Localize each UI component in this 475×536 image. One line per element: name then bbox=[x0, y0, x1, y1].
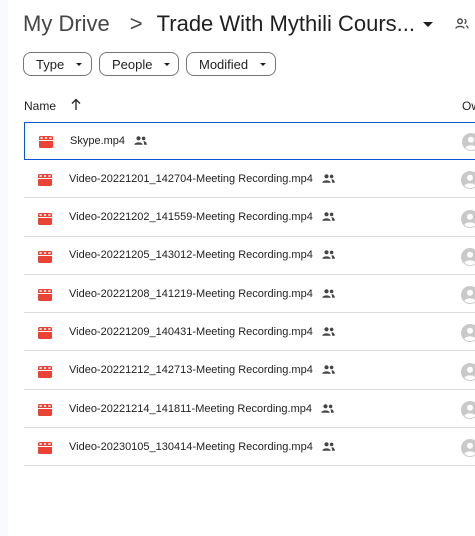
filter-bar: Type People Modified bbox=[23, 52, 276, 76]
file-name-text: Video-20221201_142704-Meeting Recording.… bbox=[69, 172, 313, 185]
file-name: Video-20221212_142713-Meeting Recording.… bbox=[69, 364, 335, 377]
shared-icon bbox=[322, 365, 335, 377]
owner-column-header[interactable]: Ow bbox=[462, 99, 475, 113]
people-filter-chip[interactable]: People bbox=[99, 52, 179, 76]
breadcrumb-current-folder[interactable]: Trade With Mythili Cours... bbox=[157, 11, 433, 37]
file-name-text: Video-20221209_140431-Meeting Recording.… bbox=[69, 325, 313, 338]
video-file-icon bbox=[38, 250, 52, 268]
file-name-text: Video-20221212_142713-Meeting Recording.… bbox=[69, 364, 313, 377]
file-list: Skype.mp4 Video-20221201_142704-Meeting … bbox=[24, 122, 475, 468]
file-row[interactable]: Video-20221205_143012-Meeting Recording.… bbox=[24, 238, 475, 275]
file-row[interactable]: Video-20230105_130414-Meeting Recording.… bbox=[24, 429, 475, 467]
file-name: Video-20230105_130414-Meeting Recording.… bbox=[69, 441, 335, 454]
video-file-icon bbox=[38, 365, 52, 383]
owner-avatar-icon bbox=[461, 324, 475, 347]
file-name: Video-20221214_141811-Meeting Recording.… bbox=[69, 403, 334, 416]
file-row[interactable]: Video-20221209_140431-Meeting Recording.… bbox=[24, 314, 475, 352]
video-file-icon bbox=[38, 173, 52, 191]
shared-icon bbox=[321, 403, 334, 416]
file-name: Video-20221205_143012-Meeting Recording.… bbox=[69, 249, 335, 262]
shared-icon bbox=[322, 212, 335, 224]
file-name-text: Video-20230105_130414-Meeting Recording.… bbox=[69, 440, 313, 453]
video-file-icon bbox=[38, 212, 52, 230]
file-name-text: Video-20221202_141559-Meeting Recording.… bbox=[69, 211, 313, 224]
file-row[interactable]: Skype.mp4 bbox=[24, 122, 475, 160]
file-name: Video-20221202_141559-Meeting Recording.… bbox=[69, 211, 335, 224]
shared-icon bbox=[322, 250, 335, 262]
folder-title: Trade With Mythili Cours... bbox=[156, 11, 415, 36]
owner-avatar-icon bbox=[462, 133, 475, 156]
file-name: Video-20221208_141219-Meeting Recording.… bbox=[69, 288, 335, 301]
file-name-text: Video-20221214_141811-Meeting Recording.… bbox=[69, 402, 312, 415]
dropdown-arrow-icon bbox=[260, 62, 267, 66]
file-name: Video-20221201_142704-Meeting Recording.… bbox=[69, 173, 335, 186]
owner-avatar-icon bbox=[461, 247, 475, 271]
video-file-icon bbox=[38, 326, 52, 344]
shared-icon bbox=[322, 442, 335, 454]
file-row[interactable]: Video-20221208_141219-Meeting Recording.… bbox=[24, 276, 475, 314]
file-row[interactable]: Video-20221212_142713-Meeting Recording.… bbox=[24, 353, 475, 390]
file-name: Video-20221209_140431-Meeting Recording.… bbox=[69, 326, 335, 339]
file-name-text: Skype.mp4 bbox=[70, 134, 126, 147]
file-row[interactable]: Video-20221201_142704-Meeting Recording.… bbox=[24, 161, 475, 199]
shared-icon bbox=[322, 288, 335, 301]
shared-icon bbox=[134, 135, 147, 148]
owner-avatar-icon bbox=[461, 362, 475, 386]
owner-avatar-icon bbox=[461, 439, 475, 462]
shared-icon bbox=[322, 327, 335, 339]
column-header-row: Name Ow bbox=[8, 92, 475, 120]
owner-avatar-icon bbox=[461, 171, 475, 194]
type-filter-chip[interactable]: Type bbox=[23, 52, 92, 76]
sort-ascending-icon[interactable] bbox=[71, 98, 81, 114]
shared-folder-icon[interactable] bbox=[455, 18, 469, 30]
file-name: Skype.mp4 bbox=[70, 135, 147, 148]
owner-avatar-icon bbox=[461, 209, 475, 233]
breadcrumb-my-drive[interactable]: My Drive bbox=[23, 11, 110, 37]
modified-filter-chip[interactable]: Modified bbox=[186, 52, 276, 76]
video-file-icon bbox=[38, 403, 52, 421]
video-file-icon bbox=[38, 441, 52, 459]
video-file-icon bbox=[38, 288, 52, 306]
owner-avatar-icon bbox=[461, 286, 475, 309]
caret-down-icon bbox=[423, 21, 433, 27]
breadcrumb: My Drive > Trade With Mythili Cours... bbox=[23, 10, 469, 38]
breadcrumb-separator: > bbox=[129, 11, 143, 36]
modified-filter-label: Modified bbox=[199, 56, 249, 72]
file-row[interactable]: Video-20221214_141811-Meeting Recording.… bbox=[24, 391, 475, 429]
type-filter-label: Type bbox=[36, 56, 65, 72]
name-column-header[interactable]: Name bbox=[24, 99, 56, 113]
file-browser-panel: My Drive > Trade With Mythili Cours... T… bbox=[8, 0, 475, 536]
dropdown-arrow-icon bbox=[76, 62, 83, 66]
shared-icon bbox=[322, 173, 335, 186]
file-name-text: Video-20221205_143012-Meeting Recording.… bbox=[69, 249, 313, 262]
file-name-text: Video-20221208_141219-Meeting Recording.… bbox=[69, 287, 313, 300]
dropdown-arrow-icon bbox=[164, 62, 171, 66]
owner-avatar-icon bbox=[461, 401, 475, 424]
people-filter-label: People bbox=[112, 56, 153, 72]
file-row[interactable]: Video-20221202_141559-Meeting Recording.… bbox=[24, 200, 475, 237]
video-file-icon bbox=[39, 135, 53, 153]
